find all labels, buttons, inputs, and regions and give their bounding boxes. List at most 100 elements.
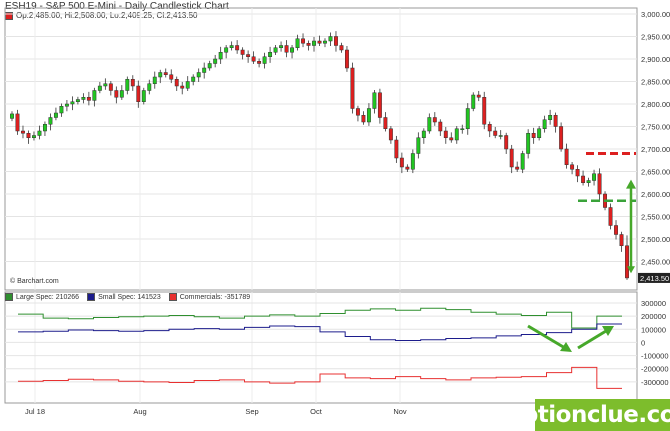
- candle-body: [465, 108, 470, 129]
- candle-body: [196, 72, 201, 78]
- cot-axis: 300000 200000 100000 0 -100000 -200000 -300000: [641, 299, 669, 387]
- price-tick-label: 2,950.00: [641, 33, 670, 42]
- candle-body: [119, 90, 124, 98]
- candle-body: [361, 115, 366, 123]
- candle-body: [438, 121, 443, 132]
- x-tick-label: Sep: [245, 407, 258, 416]
- candle-body: [26, 133, 31, 138]
- candle-body: [531, 133, 536, 138]
- cot-lines: [18, 307, 622, 389]
- candle-body: [323, 40, 327, 44]
- candle-body: [284, 45, 289, 53]
- candle-body: [537, 128, 542, 138]
- candle-body: [592, 173, 597, 181]
- candle-body: [262, 56, 267, 64]
- candle-body: [213, 58, 218, 64]
- candle-body: [564, 148, 569, 165]
- candle-body: [251, 56, 256, 62]
- candle-body: [312, 40, 316, 46]
- candle-body: [141, 90, 146, 102]
- cot-arrows: [527, 324, 614, 352]
- barchart-credit: © Barchart.com: [10, 278, 59, 285]
- legend-large-spec: Large Spec: 210266: [5, 293, 79, 301]
- candle-body: [570, 164, 575, 170]
- candle-body: [240, 49, 245, 55]
- candle-body: [317, 40, 322, 44]
- candle-body: [377, 92, 382, 118]
- candle-body: [597, 173, 602, 195]
- move-arrow-head-up: [626, 179, 636, 189]
- legend-small-spec: Small Spec: 141523: [87, 293, 161, 301]
- candle-body: [273, 47, 278, 53]
- candle-body: [454, 128, 459, 141]
- candle-body: [202, 67, 207, 73]
- candle-body: [460, 128, 465, 130]
- large-spec-line: [18, 307, 622, 329]
- candle-body: [553, 115, 558, 127]
- candle-body: [10, 113, 14, 119]
- candle-body: [180, 85, 185, 89]
- cot-tick-label: 0: [641, 338, 645, 347]
- candle-body: [229, 45, 234, 48]
- candle-body: [520, 153, 525, 170]
- candle-body: [586, 180, 591, 183]
- cot-arrow-up-shaft: [577, 329, 607, 350]
- candle-body: [548, 115, 553, 120]
- x-tick-label: Jul 18: [25, 407, 45, 416]
- price-tick-label: 2,500.00: [641, 235, 670, 244]
- candle-body: [32, 135, 36, 138]
- candle-body: [339, 45, 344, 51]
- candle-body: [70, 101, 75, 105]
- price-tick-label: 2,800.00: [641, 100, 670, 109]
- candle-body: [37, 130, 42, 136]
- candle-body: [399, 157, 404, 168]
- price-candles: [10, 31, 629, 280]
- cot-frame: [4, 291, 638, 404]
- price-tick-label: 2,550.00: [641, 213, 670, 222]
- x-tick-label: Oct: [310, 407, 323, 416]
- candle-body: [136, 85, 141, 102]
- candle-body: [443, 130, 448, 138]
- candle-body: [421, 130, 426, 138]
- candle-body: [86, 97, 91, 101]
- candle-body: [493, 130, 498, 136]
- candle-body: [334, 36, 338, 46]
- candle-body: [350, 67, 355, 109]
- candle-body: [114, 90, 119, 98]
- candle-body: [103, 83, 108, 87]
- candle-body: [542, 119, 547, 129]
- candle-body: [81, 97, 86, 100]
- candle-body: [108, 83, 113, 91]
- x-tick-label: Nov: [393, 407, 407, 416]
- candle-body: [498, 135, 503, 137]
- candle-body: [405, 166, 410, 170]
- candle-body: [383, 117, 388, 129]
- candle-body: [471, 94, 476, 109]
- candle-body: [295, 38, 300, 48]
- candle-body: [21, 130, 25, 134]
- candle-body: [432, 117, 437, 123]
- candle-body: [152, 76, 157, 84]
- candle-body: [207, 63, 212, 69]
- candle-body: [290, 47, 294, 53]
- candle-body: [581, 175, 586, 183]
- candle-body: [169, 74, 174, 80]
- price-tick-label: 2,850.00: [641, 78, 670, 87]
- last-price-label: 2,413.50: [640, 274, 669, 283]
- candle-body: [246, 54, 251, 57]
- cot-grid: [4, 291, 638, 404]
- candle-body: [526, 133, 531, 154]
- candle-body: [366, 108, 371, 123]
- legend-commercials: Commercials: -351789: [168, 293, 250, 301]
- candle-body: [174, 79, 179, 87]
- candle-body: [410, 153, 415, 170]
- candle-body: [487, 124, 492, 132]
- candle-body: [388, 128, 393, 141]
- x-axis: Jul 18 Aug Sep Oct Nov: [25, 407, 407, 416]
- candle-body: [279, 45, 284, 48]
- candle-body: [301, 38, 305, 44]
- price-axis: 3,000.00 2,950.00 2,900.00 2,850.00 2,800.00…: [638, 10, 670, 283]
- candle-body: [224, 47, 229, 53]
- cot-legend: Large Spec: 210266 Small Spec: 141523 Co…: [5, 293, 250, 301]
- candle-body: [614, 225, 618, 235]
